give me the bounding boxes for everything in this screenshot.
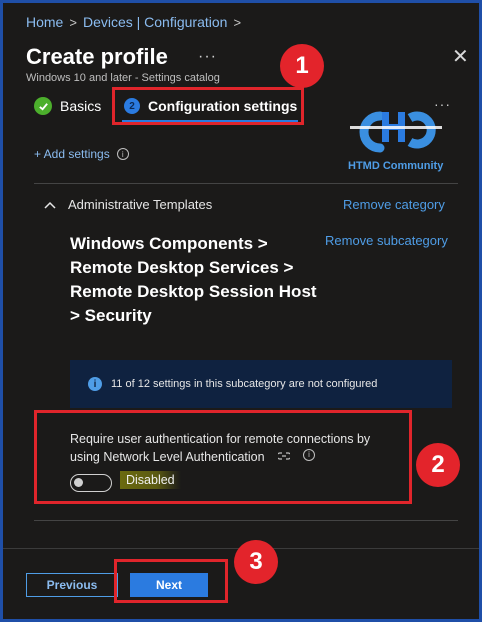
breadcrumb-separator: > [69,14,77,30]
section-header-label: Administrative Templates [68,197,213,212]
info-message-bar: i 11 of 12 settings in this subcategory … [70,360,452,408]
chevron-up-icon [44,201,56,209]
annotation-marker-1: 1 [280,44,324,88]
tab-basics[interactable]: Basics [34,96,101,116]
close-icon[interactable]: ✕ [452,47,469,67]
annotation-marker-2: 2 [416,443,460,487]
page-title: Create profile [26,44,168,69]
subcategory-path: Windows Components > Remote Desktop Serv… [70,234,317,325]
info-icon[interactable]: i [116,148,129,160]
setting-toggle[interactable] [70,474,112,492]
remove-subcategory-link[interactable]: Remove subcategory [325,233,448,248]
more-options-icon[interactable]: ··· [198,48,217,66]
breadcrumb-separator: > [233,14,242,30]
previous-button[interactable]: Previous [26,573,118,597]
tab-configuration-settings-label: Configuration settings [148,98,298,114]
info-message-text: 11 of 12 settings in this subcategory ar… [111,378,378,390]
info-icon: i [88,377,102,391]
add-settings-label: + Add settings [34,147,110,161]
link-icon[interactable] [276,449,292,467]
setting-label: Require user authentication for remote c… [70,432,371,464]
section-header-administrative-templates[interactable]: Administrative Templates [44,197,212,212]
remove-category-link[interactable]: Remove category [343,197,445,212]
tab-configuration-settings[interactable]: 2 Configuration settings [124,96,297,116]
checkmark-icon [34,97,52,115]
page-subtitle: Windows 10 and later - Settings catalog [26,72,220,84]
toggle-state-label: Disabled [120,471,181,489]
breadcrumb: Home > Devices | Configuration > [26,14,241,30]
step-number-icon: 2 [124,98,140,114]
next-button[interactable]: Next [130,573,208,597]
annotation-marker-3: 3 [234,540,278,584]
divider [34,183,458,184]
more-options-icon[interactable]: ··· [434,96,451,112]
divider [34,520,458,521]
tab-basics-label: Basics [60,98,102,114]
watermark-text: HTMD Community [348,160,444,172]
setting-network-level-auth: Require user authentication for remote c… [70,430,400,467]
breadcrumb-home[interactable]: Home [26,14,63,30]
toggle-knob [74,478,83,487]
breadcrumb-devices-configuration[interactable]: Devices | Configuration [83,14,227,30]
add-settings-link[interactable]: + Add settings i [34,147,129,161]
active-tab-indicator [122,120,298,123]
info-icon[interactable]: i [303,448,316,461]
